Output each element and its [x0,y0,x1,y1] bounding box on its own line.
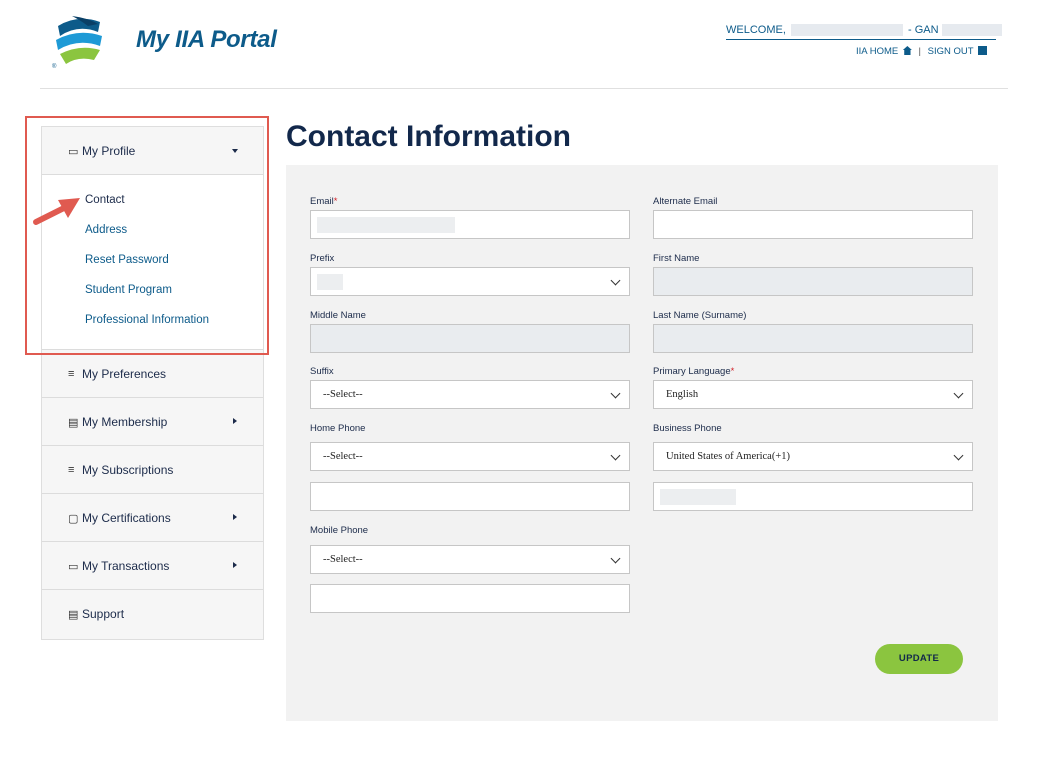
sidebar-item-label: My Transactions [82,559,170,573]
iia-home-link[interactable]: IIA HOME [856,46,912,57]
contact-form-panel: Email* Alternate Email Prefix First Name… [286,165,998,721]
suffix-label: Suffix [310,366,334,377]
annotation-highlight-box [25,116,269,355]
annotation-arrow-icon [33,198,80,225]
certificate-icon: ▢ [68,513,79,525]
page-title: Contact Information [286,120,571,153]
business-phone-label: Business Phone [653,423,722,434]
home-phone-country-value: --Select-- [323,451,363,462]
email-field[interactable] [310,210,630,239]
welcome-suffix: - GAN [908,24,939,36]
middle-name-field[interactable] [310,324,630,353]
chevron-down-icon [610,450,621,461]
chevron-down-icon [610,388,621,399]
sidebar-item-my-certifications[interactable]: ▢ My Certifications [42,494,263,542]
primary-language-value: English [666,389,699,400]
sidebar-item-label: My Membership [82,415,168,429]
update-button[interactable]: UPDATE [875,644,963,674]
chevron-down-icon [610,275,621,286]
chevron-down-icon [953,450,964,461]
chevron-right-icon [233,514,237,520]
sidebar-item-my-membership[interactable]: ▤ My Membership [42,398,263,446]
link-separator: | [918,46,921,57]
sidebar-item-label: My Certifications [82,511,171,525]
external-link-icon [978,46,988,55]
redacted-prefix [317,274,343,290]
primary-language-label: Primary Language* [653,366,734,377]
first-name-field[interactable] [653,267,973,296]
chevron-right-icon [233,562,237,568]
sidebar-item-support[interactable]: ▤ Support [42,590,263,637]
welcome-prefix: WELCOME, [726,24,786,36]
email-label: Email* [310,196,337,207]
mobile-phone-number-field[interactable] [310,584,630,613]
redacted-email [317,217,455,233]
last-name-field[interactable] [653,324,973,353]
redacted-surname [941,24,1002,37]
app-title: My IIA Portal [136,26,277,53]
middle-name-label: Middle Name [310,310,366,321]
chevron-right-icon [233,418,237,424]
first-name-label: First Name [653,253,700,264]
chevron-down-icon [610,553,621,564]
email-label-text: Email [310,196,334,207]
chevron-down-icon [953,388,964,399]
business-phone-number-field[interactable] [653,482,973,511]
alternate-email-field[interactable] [653,210,973,239]
home-phone-country-select[interactable]: --Select-- [310,442,630,471]
sign-out-label: SIGN OUT [927,46,974,57]
business-phone-country-value: United States of America(+1) [666,451,791,462]
primary-language-select[interactable]: English [653,380,973,409]
iia-globe-logo-icon: ® [52,16,103,70]
suffix-select[interactable]: --Select-- [310,380,630,409]
sidebar-item-my-subscriptions[interactable]: ≡ My Subscriptions [42,446,263,494]
home-icon [902,46,912,55]
prefix-label: Prefix [310,253,335,264]
iia-home-label: IIA HOME [856,46,899,57]
top-links: IIA HOME | SIGN OUT [856,46,988,57]
prefix-select[interactable] [310,267,630,296]
sidebar-item-label: Support [82,607,125,621]
chat-icon: ▤ [68,609,79,621]
sign-out-link[interactable]: SIGN OUT [927,46,988,57]
redacted-name [790,24,903,37]
welcome-banner: WELCOME, - GAN [726,24,1002,41]
home-phone-number-field[interactable] [310,482,630,511]
folder-icon: ▭ [68,561,79,573]
header-divider [40,88,1008,89]
redacted-phone [660,489,736,505]
last-name-label: Last Name (Surname) [653,310,747,321]
home-phone-label: Home Phone [310,423,366,434]
primary-language-label-text: Primary Language [653,366,731,377]
sliders-icon: ≡ [68,464,75,476]
sidebar-item-label: My Preferences [82,367,167,381]
sidebar-item-my-preferences[interactable]: ≡ My Preferences [42,350,263,398]
required-marker: * [333,196,338,207]
mobile-phone-country-value: --Select-- [323,554,363,565]
sidebar-item-label: My Subscriptions [82,463,174,477]
sliders-icon: ≡ [68,368,75,380]
svg-text:®: ® [52,63,57,70]
alternate-email-label: Alternate Email [653,196,718,207]
business-phone-country-select[interactable]: United States of America(+1) [653,442,973,471]
suffix-value: --Select-- [323,389,363,400]
membership-icon: ▤ [68,417,79,429]
mobile-phone-label: Mobile Phone [310,525,369,536]
sidebar-item-my-transactions[interactable]: ▭ My Transactions [42,542,263,590]
mobile-phone-country-select[interactable]: --Select-- [310,545,630,574]
required-marker: * [730,366,735,377]
